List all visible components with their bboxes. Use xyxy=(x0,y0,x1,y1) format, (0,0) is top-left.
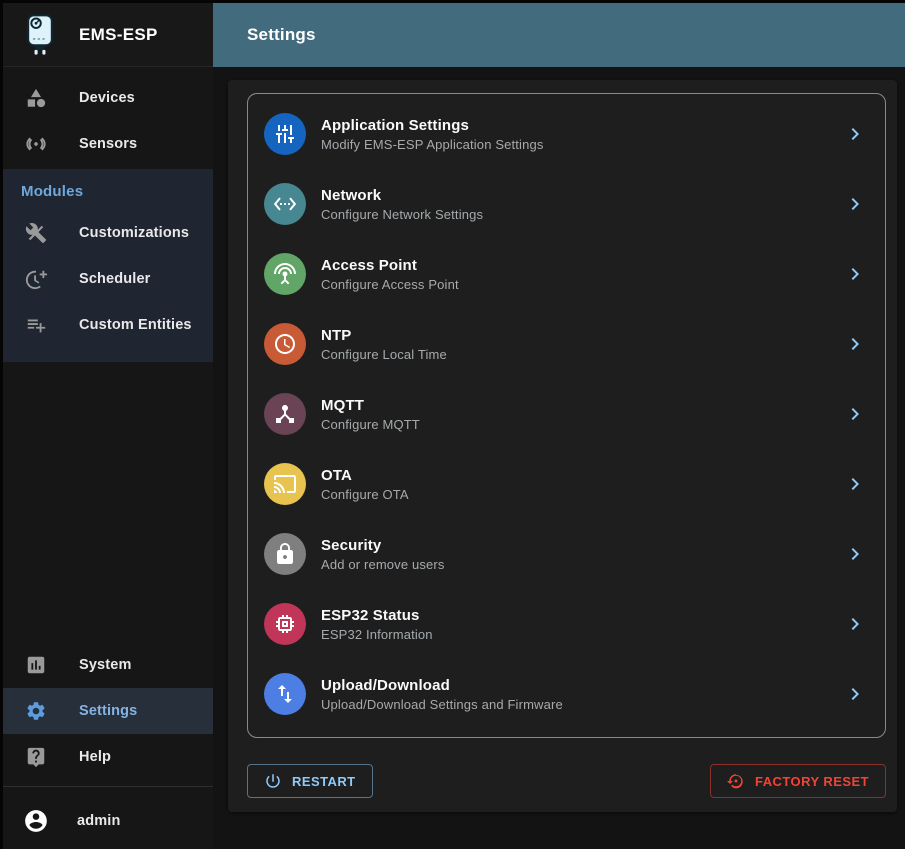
settings-row-upload-download[interactable]: Upload/Download Upload/Download Settings… xyxy=(248,659,885,729)
power-icon xyxy=(264,772,282,790)
row-subtitle: Modify EMS-ESP Application Settings xyxy=(321,137,544,152)
chevron-right-icon xyxy=(843,262,867,286)
restart-button-label: RESTART xyxy=(292,774,356,789)
page-title: Settings xyxy=(247,25,316,45)
app-root: EMS-ESP Devices Sensors Modules Customiz… xyxy=(0,0,905,849)
row-title: Access Point xyxy=(321,257,459,274)
settings-row-access-point[interactable]: Access Point Configure Access Point xyxy=(248,239,885,309)
gear-icon xyxy=(25,700,47,722)
row-subtitle: Configure Network Settings xyxy=(321,207,483,222)
row-subtitle: Upload/Download Settings and Firmware xyxy=(321,697,563,712)
chevron-right-icon xyxy=(843,542,867,566)
content-column: Settings Application Settings Modify EMS… xyxy=(213,3,905,849)
settings-card: Application Settings Modify EMS-ESP Appl… xyxy=(247,93,886,738)
settings-row-ota[interactable]: OTA Configure OTA xyxy=(248,449,885,519)
backup-restore-icon xyxy=(727,772,745,790)
row-title: Upload/Download xyxy=(321,677,563,694)
sidebar: EMS-ESP Devices Sensors Modules Customiz… xyxy=(3,3,213,849)
cast-icon xyxy=(264,463,306,505)
row-title: NTP xyxy=(321,327,447,344)
chevron-right-icon xyxy=(843,402,867,426)
tune-icon xyxy=(264,113,306,155)
clock-plus-icon xyxy=(25,268,47,290)
sensors-icon xyxy=(25,133,47,155)
settings-row-esp32-status[interactable]: ESP32 Status ESP32 Information xyxy=(248,589,885,659)
row-subtitle: Add or remove users xyxy=(321,557,445,572)
sidebar-user-admin[interactable]: admin xyxy=(3,793,213,849)
row-subtitle: ESP32 Information xyxy=(321,627,433,642)
settings-row-security[interactable]: Security Add or remove users xyxy=(248,519,885,589)
settings-panel: Application Settings Modify EMS-ESP Appl… xyxy=(228,80,897,812)
settings-row-application-settings[interactable]: Application Settings Modify EMS-ESP Appl… xyxy=(248,99,885,169)
appbar: Settings xyxy=(213,3,905,67)
sidebar-item-system[interactable]: System xyxy=(3,642,213,688)
chevron-right-icon xyxy=(843,472,867,496)
live-help-icon xyxy=(25,746,47,768)
factory-reset-button-label: FACTORY RESET xyxy=(755,774,869,789)
chevron-right-icon xyxy=(843,332,867,356)
sidebar-item-settings[interactable]: Settings xyxy=(3,688,213,734)
sidebar-item-scheduler[interactable]: Scheduler xyxy=(3,256,213,302)
row-subtitle: Configure MQTT xyxy=(321,417,420,432)
sidebar-item-label: Scheduler xyxy=(79,271,150,287)
sidebar-item-label: Custom Entities xyxy=(79,317,192,333)
app-logo-block: EMS-ESP xyxy=(3,3,213,67)
sidebar-item-custom-entities[interactable]: Custom Entities xyxy=(3,302,213,348)
user-label: admin xyxy=(77,813,120,829)
sidebar-item-help[interactable]: Help xyxy=(3,734,213,780)
row-title: MQTT xyxy=(321,397,420,414)
sidebar-item-label: Devices xyxy=(79,90,135,106)
chip-icon xyxy=(264,603,306,645)
sidebar-item-label: Sensors xyxy=(79,136,137,152)
device-hub-icon xyxy=(264,393,306,435)
sidebar-item-label: Customizations xyxy=(79,225,189,241)
antenna-icon xyxy=(264,253,306,295)
chevron-right-icon xyxy=(843,612,867,636)
ethernet-icon xyxy=(264,183,306,225)
account-circle-icon xyxy=(23,808,49,834)
sidebar-item-label: Settings xyxy=(79,703,137,719)
sidebar-item-label: System xyxy=(79,657,132,673)
factory-reset-button[interactable]: FACTORY RESET xyxy=(710,764,886,798)
sidebar-item-customizations[interactable]: Customizations xyxy=(3,210,213,256)
sidebar-item-label: Help xyxy=(79,749,111,765)
settings-row-network[interactable]: Network Configure Network Settings xyxy=(248,169,885,239)
restart-button[interactable]: RESTART xyxy=(247,764,373,798)
app-title: EMS-ESP xyxy=(79,25,158,45)
row-subtitle: Configure Access Point xyxy=(321,277,459,292)
row-title: Network xyxy=(321,187,483,204)
import-export-icon xyxy=(264,673,306,715)
main-area: Application Settings Modify EMS-ESP Appl… xyxy=(213,67,905,849)
chevron-right-icon xyxy=(843,122,867,146)
bar-chart-icon xyxy=(25,654,47,676)
row-title: Application Settings xyxy=(321,117,544,134)
chevron-right-icon xyxy=(843,682,867,706)
lock-icon xyxy=(264,533,306,575)
row-subtitle: Configure OTA xyxy=(321,487,409,502)
chevron-right-icon xyxy=(843,192,867,216)
settings-row-mqtt[interactable]: MQTT Configure MQTT xyxy=(248,379,885,449)
tools-icon xyxy=(25,222,47,244)
sidebar-modules-section: Modules Customizations Scheduler Custom … xyxy=(3,169,213,362)
modules-section-header: Modules xyxy=(3,183,213,200)
row-title: ESP32 Status xyxy=(321,607,433,624)
row-subtitle: Configure Local Time xyxy=(321,347,447,362)
sidebar-item-sensors[interactable]: Sensors xyxy=(3,121,213,167)
actions-bar: RESTART FACTORY RESET xyxy=(247,764,886,798)
category-icon xyxy=(25,87,47,109)
boiler-icon xyxy=(21,13,59,57)
sidebar-item-devices[interactable]: Devices xyxy=(3,75,213,121)
sidebar-divider xyxy=(3,786,213,787)
row-title: OTA xyxy=(321,467,409,484)
clock-icon xyxy=(264,323,306,365)
playlist-add-icon xyxy=(25,314,47,336)
settings-row-ntp[interactable]: NTP Configure Local Time xyxy=(248,309,885,379)
row-title: Security xyxy=(321,537,445,554)
